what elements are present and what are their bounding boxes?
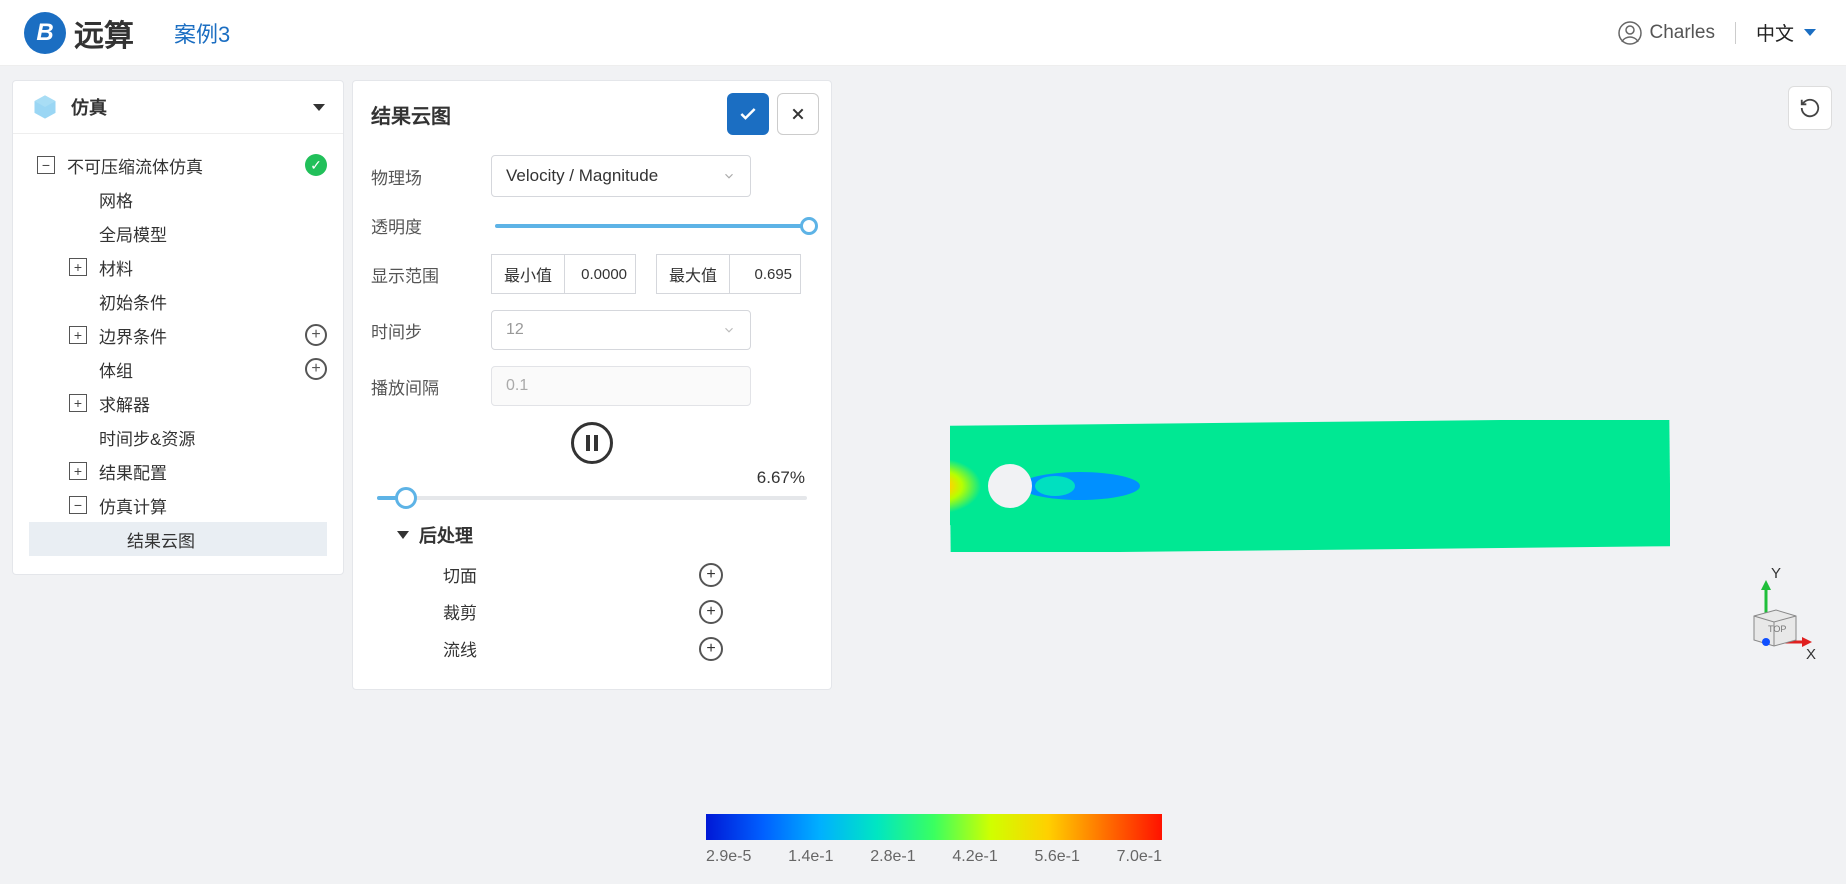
- min-label: 最小值: [492, 255, 565, 293]
- field-select[interactable]: Velocity / Magnitude: [491, 155, 751, 197]
- tree-header[interactable]: 仿真: [13, 81, 343, 134]
- tree-node-sim-compute[interactable]: −仿真计算: [29, 488, 327, 522]
- axis-y-label: Y: [1771, 565, 1781, 582]
- tick: 1.4e-1: [788, 848, 833, 866]
- expand-icon[interactable]: +: [69, 462, 87, 480]
- tick: 2.8e-1: [870, 848, 915, 866]
- language-selector[interactable]: 中文: [1756, 19, 1816, 46]
- chevron-down-icon: [722, 323, 736, 337]
- tree-body: −不可压缩流体仿真✓ 网格 全局模型 +材料 初始条件 +边界条件+ 体组+ +…: [13, 134, 343, 574]
- simulation-tree-panel: 仿真 −不可压缩流体仿真✓ 网格 全局模型 +材料 初始条件 +边界条件+ 体组…: [12, 80, 344, 575]
- min-input[interactable]: 0.0000: [565, 266, 635, 283]
- colorbar-ticks: 2.9e-5 1.4e-1 2.8e-1 4.2e-1 5.6e-1 7.0e-…: [706, 848, 1162, 866]
- refresh-button[interactable]: [1788, 86, 1832, 130]
- tree-title: 仿真: [71, 94, 107, 120]
- user-icon: [1618, 21, 1642, 45]
- colorbar: 2.9e-5 1.4e-1 2.8e-1 4.2e-1 5.6e-1 7.0e-…: [706, 814, 1162, 866]
- progress-slider[interactable]: [377, 496, 807, 500]
- language-label: 中文: [1756, 19, 1794, 46]
- opacity-label: 透明度: [371, 213, 491, 238]
- opacity-slider[interactable]: [495, 224, 809, 228]
- collapse-icon[interactable]: −: [69, 496, 87, 514]
- chevron-down-icon: [313, 104, 325, 111]
- post-slice[interactable]: 切面+: [397, 556, 813, 593]
- axis-x-label: X: [1806, 646, 1816, 663]
- tree-node-global-model[interactable]: 全局模型: [29, 216, 327, 250]
- progress-percent: 6.67%: [371, 468, 813, 488]
- min-input-group: 最小值0.0000: [491, 254, 636, 294]
- axis-top-label: TOP: [1768, 624, 1786, 634]
- refresh-icon: [1799, 97, 1821, 119]
- expand-icon[interactable]: +: [69, 326, 87, 344]
- logo-icon: B: [24, 12, 66, 54]
- timestep-select[interactable]: 12: [491, 310, 751, 350]
- add-icon[interactable]: +: [699, 637, 723, 661]
- tree-node-result-cloud[interactable]: 结果云图: [29, 522, 327, 556]
- status-ok-icon: ✓: [305, 154, 327, 176]
- apply-button[interactable]: [727, 93, 769, 135]
- tree-node-mesh[interactable]: 网格: [29, 182, 327, 216]
- slider-thumb[interactable]: [395, 487, 417, 509]
- check-icon: [738, 104, 758, 124]
- settings-title: 结果云图: [371, 100, 451, 129]
- cube-icon: [31, 93, 59, 121]
- tick: 7.0e-1: [1117, 848, 1162, 866]
- close-icon: [790, 106, 806, 122]
- user-menu[interactable]: Charles: [1618, 21, 1715, 45]
- tree-node-groups[interactable]: 体组+: [29, 352, 327, 386]
- chevron-down-icon: [1804, 29, 1816, 36]
- add-icon[interactable]: +: [305, 358, 327, 380]
- tick: 4.2e-1: [952, 848, 997, 866]
- result-settings-panel: 结果云图 物理场 Velocity / Magnitude 透明度 显示范围 最…: [352, 80, 832, 690]
- velocity-contour-plot[interactable]: [950, 420, 1670, 552]
- collapse-icon[interactable]: −: [37, 156, 55, 174]
- settings-header: 结果云图: [353, 81, 831, 147]
- tree-node-solver[interactable]: +求解器: [29, 386, 327, 420]
- tree-node-initial[interactable]: 初始条件: [29, 284, 327, 318]
- max-input-group: 最大值0.695: [656, 254, 801, 294]
- add-icon[interactable]: +: [699, 563, 723, 587]
- field-label: 物理场: [371, 164, 491, 189]
- breadcrumb[interactable]: 案例3: [174, 17, 230, 49]
- add-icon[interactable]: +: [305, 324, 327, 346]
- brand-logo[interactable]: B 远算: [24, 11, 134, 55]
- slider-thumb[interactable]: [800, 217, 818, 235]
- post-clip[interactable]: 裁剪+: [397, 593, 813, 630]
- tick: 2.9e-5: [706, 848, 751, 866]
- tree-node-boundary[interactable]: +边界条件+: [29, 318, 327, 352]
- range-label: 显示范围: [371, 262, 491, 287]
- pause-icon: [586, 435, 598, 451]
- postprocess-header[interactable]: 后处理: [397, 522, 813, 548]
- expand-icon[interactable]: +: [69, 394, 87, 412]
- close-button[interactable]: [777, 93, 819, 135]
- expand-icon[interactable]: +: [69, 258, 87, 276]
- post-streamline[interactable]: 流线+: [397, 630, 813, 667]
- add-icon[interactable]: +: [699, 600, 723, 624]
- user-name: Charles: [1650, 22, 1715, 44]
- max-input[interactable]: 0.695: [730, 266, 800, 283]
- tree-node-timestep[interactable]: 时间步&资源: [29, 420, 327, 454]
- header-divider: [1735, 22, 1736, 44]
- tick: 5.6e-1: [1035, 848, 1080, 866]
- colorbar-gradient: [706, 814, 1162, 840]
- axis-gizmo[interactable]: Y X TOP: [1716, 564, 1816, 674]
- max-label: 最大值: [657, 255, 730, 293]
- tree-node-result-config[interactable]: +结果配置: [29, 454, 327, 488]
- interval-input[interactable]: 0.1: [491, 366, 751, 406]
- app-header: B 远算 案例3 Charles 中文: [0, 0, 1846, 66]
- chevron-down-icon: [722, 169, 736, 183]
- play-pause-button[interactable]: [571, 422, 613, 464]
- brand-text: 远算: [74, 11, 134, 55]
- triangle-down-icon: [397, 531, 409, 539]
- timestep-label: 时间步: [371, 318, 491, 343]
- tree-node-root[interactable]: −不可压缩流体仿真✓: [29, 148, 327, 182]
- interval-label: 播放间隔: [371, 374, 491, 399]
- tree-node-materials[interactable]: +材料: [29, 250, 327, 284]
